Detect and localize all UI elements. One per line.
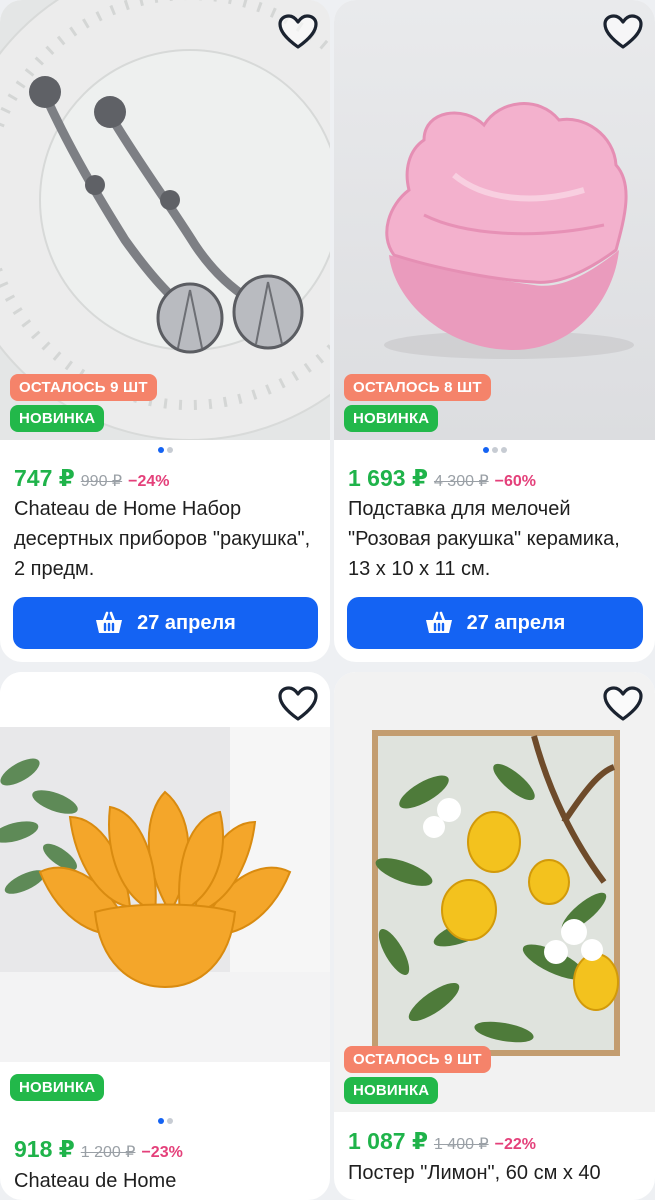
basket-icon [425,611,452,633]
badges: ОСТАЛОСЬ 9 ШТ НОВИНКА [10,374,157,436]
favorite-heart-icon[interactable] [603,686,643,722]
delivery-date-label: 27 апреля [466,611,566,634]
old-price: 4 300 ₽ [433,473,489,490]
badges: ОСТАЛОСЬ 9 ШТ НОВИНКА [344,1046,491,1108]
favorite-heart-icon[interactable] [278,14,318,50]
pager-dot [491,447,498,453]
old-price: 1 200 ₽ [80,1144,136,1161]
pager-dot [166,447,173,453]
stock-badge: ОСТАЛОСЬ 9 ШТ [10,374,157,401]
image-pager-dots [0,447,330,453]
discount-label: −22% [494,1136,536,1153]
product-grid: ОСТАЛОСЬ 9 ШТ НОВИНКА 747 ₽ 990 ₽ −24% Cha… [0,0,655,1200]
product-title[interactable]: Chateau de Home Набор десертных приборов… [14,494,322,584]
price-row: 918 ₽ 1 200 ₽ −23% [14,1136,183,1163]
price-row: 747 ₽ 990 ₽ −24% [14,465,169,492]
product-title[interactable]: Chateau de Home [14,1166,322,1196]
pager-dot [482,447,489,453]
new-badge: НОВИНКА [344,1077,439,1104]
basket-icon [96,611,123,633]
new-badge: НОВИНКА [344,405,439,432]
current-price: 1 693 ₽ [348,465,428,491]
new-badge: НОВИНКА [10,1074,105,1101]
old-price: 1 400 ₽ [433,1136,489,1153]
pager-dot [157,447,164,453]
favorite-heart-icon[interactable] [278,686,318,722]
pager-dot [500,447,507,453]
stock-badge: ОСТАЛОСЬ 9 ШТ [344,1046,491,1073]
favorite-heart-icon[interactable] [603,14,643,50]
product-title[interactable]: Подставка для мелочей "Розовая ракушка" … [348,494,647,584]
delivery-date-label: 27 апреля [137,611,236,634]
old-price: 990 ₽ [80,473,123,490]
product-card-3[interactable]: НОВИНКА 918 ₽ 1 200 ₽ −23% Chateau de Home [0,672,330,1200]
add-to-cart-button[interactable]: 27 апреля [13,597,318,649]
discount-label: −60% [494,473,536,490]
new-badge: НОВИНКА [10,405,105,432]
current-price: 918 ₽ [14,1136,75,1162]
current-price: 1 087 ₽ [348,1128,428,1154]
current-price: 747 ₽ [14,465,75,491]
image-pager-dots [0,1118,330,1124]
add-to-cart-button[interactable]: 27 апреля [347,597,643,649]
product-image-lotus[interactable] [0,672,330,1062]
image-pager-dots [334,447,655,453]
pager-dot [157,1118,164,1124]
stock-badge: ОСТАЛОСЬ 8 ШТ [344,374,491,401]
discount-label: −24% [128,473,170,490]
product-card-1[interactable]: ОСТАЛОСЬ 9 ШТ НОВИНКА 747 ₽ 990 ₽ −24% Cha… [0,0,330,662]
price-row: 1 693 ₽ 4 300 ₽ −60% [348,465,536,492]
price-row: 1 087 ₽ 1 400 ₽ −22% [348,1128,536,1155]
pager-dot [166,1118,173,1124]
product-card-4[interactable]: ОСТАЛОСЬ 9 ШТ НОВИНКА 1 087 ₽ 1 400 ₽ −22%… [334,672,655,1200]
product-card-2[interactable]: ОСТАЛОСЬ 8 ШТ НОВИНКА 1 693 ₽ 4 300 ₽ −60%… [334,0,655,662]
discount-label: −23% [141,1144,183,1161]
badges: НОВИНКА [10,1074,105,1105]
badges: ОСТАЛОСЬ 8 ШТ НОВИНКА [344,374,491,436]
product-title[interactable]: Постер "Лимон", 60 см x 40 [348,1158,647,1188]
